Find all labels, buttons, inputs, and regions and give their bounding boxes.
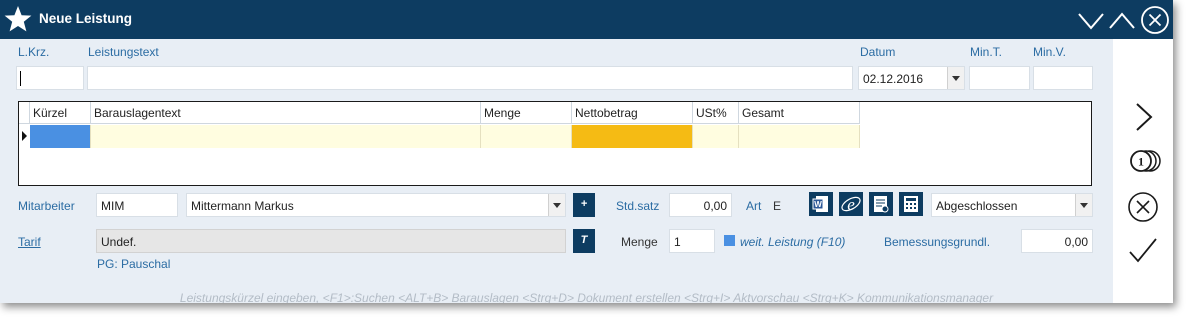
datum-label: Datum bbox=[860, 45, 896, 59]
status-value: Abgeschlossen bbox=[936, 199, 1018, 213]
window-title: Neue Leistung bbox=[39, 11, 133, 26]
lkrz-label: L.Krz. bbox=[18, 45, 50, 59]
cell-ust[interactable] bbox=[693, 125, 739, 148]
leistungstext-label: Leistungstext bbox=[88, 45, 159, 59]
lkrz-input[interactable] bbox=[16, 66, 84, 90]
title-bar: Neue Leistung bbox=[0, 0, 1173, 39]
svg-text:W: W bbox=[814, 200, 822, 209]
tarif-label: Tarif bbox=[18, 235, 41, 249]
mitarbeiter-label: Mitarbeiter bbox=[18, 199, 75, 213]
row-indicator-icon bbox=[22, 131, 27, 141]
chevron-down-icon[interactable] bbox=[1076, 5, 1106, 35]
browser-icon[interactable]: e bbox=[839, 192, 863, 216]
mint-label: Min.T. bbox=[970, 45, 1003, 59]
row-header-corner bbox=[19, 102, 30, 124]
text-cursor bbox=[20, 71, 21, 86]
bemessung-input[interactable]: 0,00 bbox=[1021, 229, 1093, 253]
barauslagen-grid[interactable]: Kürzel Barauslagentext Menge Nettobetrag… bbox=[18, 101, 1092, 186]
stdsatz-label: Std.satz bbox=[616, 199, 660, 213]
stdsatz-input[interactable]: 0,00 bbox=[669, 193, 732, 217]
chevron-down-icon bbox=[952, 76, 960, 81]
minv-label: Min.V. bbox=[1033, 45, 1066, 59]
chevron-up-icon[interactable] bbox=[1107, 5, 1137, 35]
star-icon bbox=[4, 6, 32, 32]
dropdown-button[interactable] bbox=[1075, 194, 1092, 216]
mitarbeiter-name-value: Mittermann Markus bbox=[191, 199, 294, 213]
chevron-down-icon bbox=[553, 203, 561, 208]
next-arrow-icon[interactable] bbox=[1125, 99, 1161, 135]
art-label: Art bbox=[746, 199, 762, 213]
cell-menge[interactable] bbox=[481, 125, 572, 148]
mitarbeiter-name-dropdown[interactable]: Mittermann Markus bbox=[186, 193, 566, 217]
close-circle-icon[interactable] bbox=[1140, 5, 1170, 35]
dialog-window: Neue Leistung L.Krz. Leistungstext Datum… bbox=[0, 0, 1173, 303]
column-header-kuerzel[interactable]: Kürzel bbox=[30, 102, 91, 124]
column-header-nettobetrag[interactable]: Nettobetrag bbox=[572, 102, 693, 124]
cell-kuerzel[interactable] bbox=[30, 125, 91, 148]
column-header-barauslagentext[interactable]: Barauslagentext bbox=[91, 102, 481, 124]
column-header-menge[interactable]: Menge bbox=[481, 102, 572, 124]
action-sidebar: 1 bbox=[1113, 39, 1173, 303]
svg-text:1: 1 bbox=[1138, 155, 1144, 169]
menge-input[interactable]: 1 bbox=[669, 229, 715, 253]
hint-text: Leistungskürzel eingeben, <F1>:Suchen <A… bbox=[179, 291, 994, 303]
chevron-down-icon bbox=[1080, 203, 1088, 208]
mitarbeiter-code-value: MIM bbox=[101, 199, 125, 213]
cell-gesamt[interactable] bbox=[739, 125, 860, 148]
mitarbeiter-code-input[interactable]: MIM bbox=[96, 193, 178, 217]
tarif-input[interactable]: Undef. bbox=[96, 229, 566, 253]
cancel-circle-icon[interactable] bbox=[1125, 189, 1161, 225]
document-preview-icon[interactable] bbox=[869, 192, 893, 216]
plus-button[interactable]: + bbox=[573, 193, 595, 217]
column-header-gesamt[interactable]: Gesamt bbox=[739, 102, 860, 124]
datum-dropdown[interactable]: 02.12.2016 bbox=[858, 66, 965, 90]
datum-value: 02.12.2016 bbox=[863, 72, 924, 86]
status-dropdown[interactable]: Abgeschlossen bbox=[931, 193, 1093, 217]
art-value: E bbox=[773, 199, 782, 213]
column-header-ust[interactable]: USt% bbox=[693, 102, 739, 124]
weit-leistung-checkbox[interactable] bbox=[724, 235, 735, 246]
counter-icon[interactable]: 1 bbox=[1125, 143, 1161, 179]
tarif-button[interactable]: T bbox=[573, 229, 595, 253]
word-document-icon[interactable]: W bbox=[809, 192, 833, 216]
confirm-check-icon[interactable] bbox=[1125, 233, 1161, 269]
dropdown-button[interactable] bbox=[548, 194, 565, 216]
pg-text: PG: Pauschal bbox=[97, 257, 171, 271]
stdsatz-value: 0,00 bbox=[703, 199, 727, 213]
leistungstext-input[interactable] bbox=[87, 66, 853, 90]
menge-label: Menge bbox=[621, 235, 658, 249]
weit-leistung-label[interactable]: weit. Leistung (F10) bbox=[740, 235, 845, 249]
cell-barauslagentext[interactable] bbox=[91, 125, 481, 148]
bemessung-label: Bemessungsgrundl. bbox=[884, 235, 991, 249]
minv-input[interactable] bbox=[1033, 66, 1093, 90]
tarif-value: Undef. bbox=[101, 235, 137, 249]
dropdown-button[interactable] bbox=[947, 67, 964, 89]
cell-nettobetrag[interactable] bbox=[572, 125, 693, 148]
menge-value: 1 bbox=[674, 235, 681, 249]
bemessung-value: 0,00 bbox=[1064, 235, 1088, 249]
mint-input[interactable] bbox=[969, 66, 1030, 90]
calculator-icon[interactable] bbox=[899, 192, 923, 216]
